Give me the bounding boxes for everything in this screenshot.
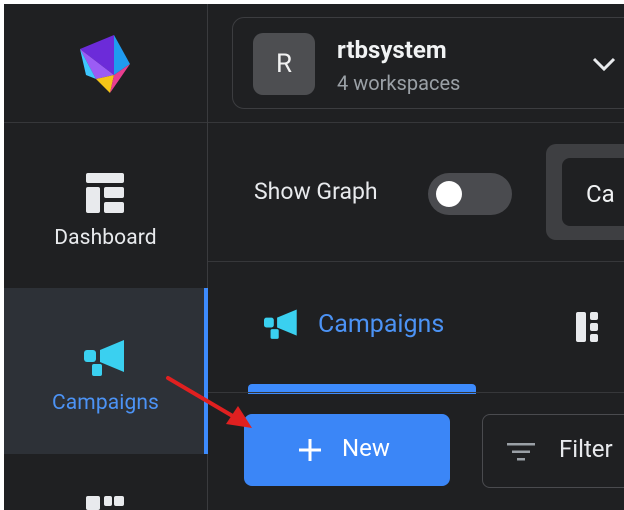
main-content: R rtbsystem 4 workspaces Show Graph Ca C… <box>208 4 624 510</box>
tab-label: Campaigns <box>318 310 445 339</box>
sidebar-item-label: Dashboard <box>54 226 157 250</box>
toolbar-divider <box>208 261 624 262</box>
chevron-down-icon[interactable] <box>591 54 617 74</box>
campaigns-megaphone-icon <box>84 340 124 376</box>
app-window: Dashboard Campaigns R rtbsystem 4 worksp… <box>4 4 624 510</box>
workspace-avatar: R <box>253 33 315 95</box>
tabs-divider <box>208 392 624 393</box>
new-campaign-button[interactable]: New <box>244 414 450 486</box>
tab-campaigns[interactable]: Campaigns <box>248 294 478 394</box>
show-graph-label: Show Graph <box>254 178 378 205</box>
toggle-knob <box>436 181 462 207</box>
new-button-label: New <box>342 434 390 462</box>
plus-icon <box>299 439 321 461</box>
workspace-name: rtbsystem <box>337 36 447 64</box>
sidebar-item-dashboard[interactable]: Dashboard <box>4 123 207 288</box>
filter-icon <box>507 443 535 461</box>
header-divider <box>208 122 624 123</box>
filter-button[interactable]: Filter <box>482 414 624 488</box>
show-graph-toggle[interactable] <box>428 173 512 215</box>
line-items-icon[interactable] <box>574 310 608 344</box>
app-logo[interactable] <box>80 35 130 93</box>
sidebar-item-label: Campaigns <box>52 391 159 415</box>
campaign-selector[interactable]: Ca <box>546 144 624 240</box>
sidebar-item-next[interactable] <box>4 480 207 510</box>
workspace-switcher[interactable]: R rtbsystem 4 workspaces <box>232 17 624 109</box>
dashboard-icon <box>86 173 124 213</box>
sidebar-item-campaigns[interactable]: Campaigns <box>4 288 208 454</box>
sidebar: Dashboard Campaigns <box>4 4 208 510</box>
list-icon <box>86 496 124 510</box>
workspace-count: 4 workspaces <box>337 71 461 95</box>
campaigns-megaphone-icon <box>264 309 297 339</box>
campaign-selector-text: Ca <box>586 180 615 208</box>
filter-button-label: Filter <box>559 435 613 463</box>
